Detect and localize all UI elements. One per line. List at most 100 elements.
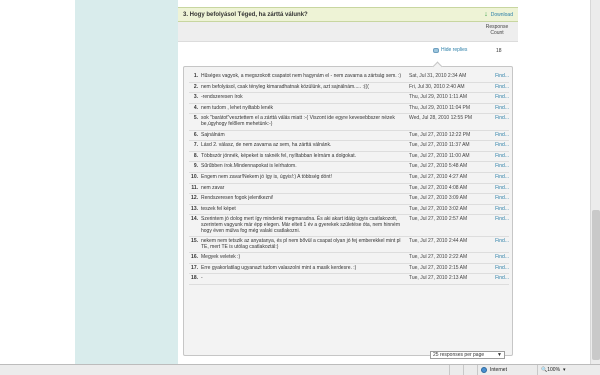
reply-row: 14. Szerintem jó dolog mert így mindenki…: [189, 215, 509, 238]
reply-number: 1.: [193, 73, 198, 79]
question-title: 3. Hogy befolyásol Téged, ha zárttá válu…: [183, 11, 308, 18]
vertical-scrollbar[interactable]: [590, 0, 600, 364]
status-seg-b: [464, 365, 478, 375]
zoom-control[interactable]: 🔍 100% ▾: [538, 365, 578, 375]
find-link[interactable]: Find...: [487, 164, 509, 170]
reply-text: nem tudom , lehet nyiltabb lenék: [201, 104, 273, 111]
reply-row: 9. Sűrűbben írok.Mindennapokat is leírha…: [189, 162, 509, 173]
find-link[interactable]: Find...: [487, 153, 509, 160]
reply-date: Tue, Jul 27, 2010 4:27 AM: [409, 173, 468, 180]
find-link[interactable]: Find...: [487, 255, 509, 261]
find-link[interactable]: Find...: [487, 73, 509, 80]
zone-label: Internet: [490, 367, 507, 373]
question-panel: 3. Hogy befolyásol Téged, ha zárttá válu…: [178, 7, 518, 364]
reply-row: 17. Erre gyakorlatilag ugyanazt tudom va…: [189, 264, 509, 275]
reply-text: Rendszeresen fogok jelentkezni!: [201, 195, 274, 202]
find-link[interactable]: Find...: [487, 185, 509, 192]
reply-text: teszek fel képet: [201, 205, 236, 212]
reply-number: 8.: [193, 152, 198, 159]
reply-number: 12.: [191, 195, 198, 202]
find-link[interactable]: Find...: [487, 95, 509, 101]
left-gutter: [0, 0, 75, 364]
table-header: Response Count: [178, 22, 518, 42]
reply-text: sok "barátot"vesztettem el a zárttá válá…: [201, 115, 395, 127]
reply-number: 6.: [193, 131, 198, 138]
reply-text: Hűséges vagyok, a megszokott csapatot ne…: [201, 73, 402, 79]
reply-number: 16.: [191, 254, 198, 261]
globe-icon: [481, 367, 487, 373]
reply-date: Wed, Jul 28, 2010 12:55 PM: [409, 115, 473, 122]
reply-text: Sűrűbben írok.Mindennapokat is leírhatom…: [201, 163, 297, 170]
find-link[interactable]: Find...: [487, 196, 509, 202]
chevron-down-icon: ▼: [497, 352, 502, 358]
reply-number: 7.: [193, 142, 198, 149]
replies-box: 1. Hűséges vagyok, a megszokott csapatot…: [183, 61, 513, 356]
reply-date: Tue, Jul 27, 2010 3:02 AM: [409, 205, 468, 212]
reply-date: Tue, Jul 27, 2010 2:57 AM: [409, 216, 468, 223]
reply-date: Tue, Jul 27, 2010 3:09 AM: [409, 195, 468, 202]
security-zone[interactable]: Internet: [478, 365, 538, 375]
find-link[interactable]: Find...: [487, 265, 509, 272]
hide-replies-label: Hide replies: [441, 47, 468, 53]
reply-row: 5. sok "barátot"vesztettem el a zárttá v…: [189, 114, 509, 131]
find-link[interactable]: Find...: [487, 174, 509, 181]
reply-date: Tue, Jul 27, 2010 2:15 AM: [409, 264, 468, 271]
reply-date: Tue, Jul 27, 2010 2:22 AM: [409, 254, 468, 261]
reply-number: 15.: [191, 238, 198, 245]
reply-date: Tue, Jul 27, 2010 11:00 AM: [409, 152, 470, 159]
reply-number: 10.: [191, 173, 198, 180]
responses-per-page-select[interactable]: 25 responses per page ▼: [430, 351, 505, 359]
find-link[interactable]: Find...: [487, 217, 509, 223]
summary-row: Hide replies 18: [178, 42, 518, 60]
reply-number: 11.: [191, 184, 198, 191]
reply-number: 4.: [193, 104, 198, 111]
replies-box-notch: [432, 61, 443, 72]
replies-list[interactable]: 1. Hűséges vagyok, a megszokott csapatot…: [189, 72, 509, 350]
find-link[interactable]: Find...: [487, 206, 509, 213]
chevron-down-icon: ▾: [563, 367, 566, 373]
find-link[interactable]: Find...: [487, 84, 509, 91]
reply-text: Engem nem zavar!Nekem jó így is, úgyis!:…: [201, 173, 332, 180]
find-link[interactable]: Find...: [487, 116, 509, 122]
reply-row: 18. - Tue, Jul 27, 2010 2:13 AM Find...: [189, 274, 509, 286]
reply-text: Szerintem jó dolog mert így mindenki meg…: [201, 216, 400, 234]
find-link[interactable]: Find...: [487, 105, 509, 112]
reply-number: 17.: [191, 264, 198, 271]
speech-bubble-icon: [433, 47, 439, 53]
reply-text: Sajnálnám: [201, 131, 225, 138]
reply-row: 10. Engem nem zavar!Nekem jó így is, úgy…: [189, 173, 509, 184]
reply-text: -rendszeresen írok: [201, 94, 243, 101]
reply-row: 7. Lásd 2. válasz, de nem zavarna az sem…: [189, 141, 509, 152]
find-link[interactable]: Find...: [487, 132, 509, 139]
reply-row: 13. teszek fel képet Tue, Jul 27, 2010 3…: [189, 205, 509, 216]
reply-text: Többször jönnék, képeket is raknék fel, …: [201, 152, 357, 159]
reply-text: nem zavar: [201, 184, 225, 191]
reply-row: 3. -rendszeresen írok Thu, Jul 29, 2010 …: [189, 93, 509, 104]
reply-date: Tue, Jul 27, 2010 2:13 AM: [409, 275, 468, 282]
reply-date: Thu, Jul 29, 2010 11:04 PM: [409, 104, 471, 111]
reply-row: 6. Sajnálnám Tue, Jul 27, 2010 12:22 PM …: [189, 131, 509, 142]
reply-text: nekem nem tetszik az anyatanya, és pl ne…: [201, 238, 401, 250]
response-count-header: Response Count: [485, 24, 509, 36]
reply-row: 12. Rendszeresen fogok jelentkezni! Tue,…: [189, 194, 509, 205]
hide-replies-link[interactable]: Hide replies: [433, 47, 467, 53]
reply-number: 9.: [193, 163, 198, 170]
reply-row: 11. nem zavar Tue, Jul 27, 2010 4:08 AM …: [189, 184, 509, 195]
reply-number: 5.: [193, 115, 198, 122]
scrollbar-thumb[interactable]: [592, 210, 600, 360]
reply-date: Tue, Jul 27, 2010 11:37 AM: [409, 142, 470, 149]
reply-number: 2.: [193, 83, 198, 90]
reply-number: 3.: [193, 94, 198, 101]
left-sidebar-band: [75, 0, 178, 364]
reply-number: 13.: [191, 205, 198, 212]
find-link[interactable]: Find...: [487, 143, 509, 149]
reply-date: Tue, Jul 27, 2010 12:22 PM: [409, 131, 471, 138]
response-count-value: 18: [496, 48, 502, 54]
find-link[interactable]: Find...: [487, 276, 509, 282]
find-link[interactable]: Find...: [487, 238, 509, 245]
reply-date: Tue, Jul 27, 2010 2:44 AM: [409, 238, 468, 245]
download-label: Download: [490, 11, 513, 18]
reply-text: Lásd 2. válasz, de nem zavarna az sem, h…: [201, 142, 332, 149]
responses-per-page-value: 25 responses per page: [433, 352, 485, 358]
download-link[interactable]: ↓ Download: [484, 11, 513, 18]
